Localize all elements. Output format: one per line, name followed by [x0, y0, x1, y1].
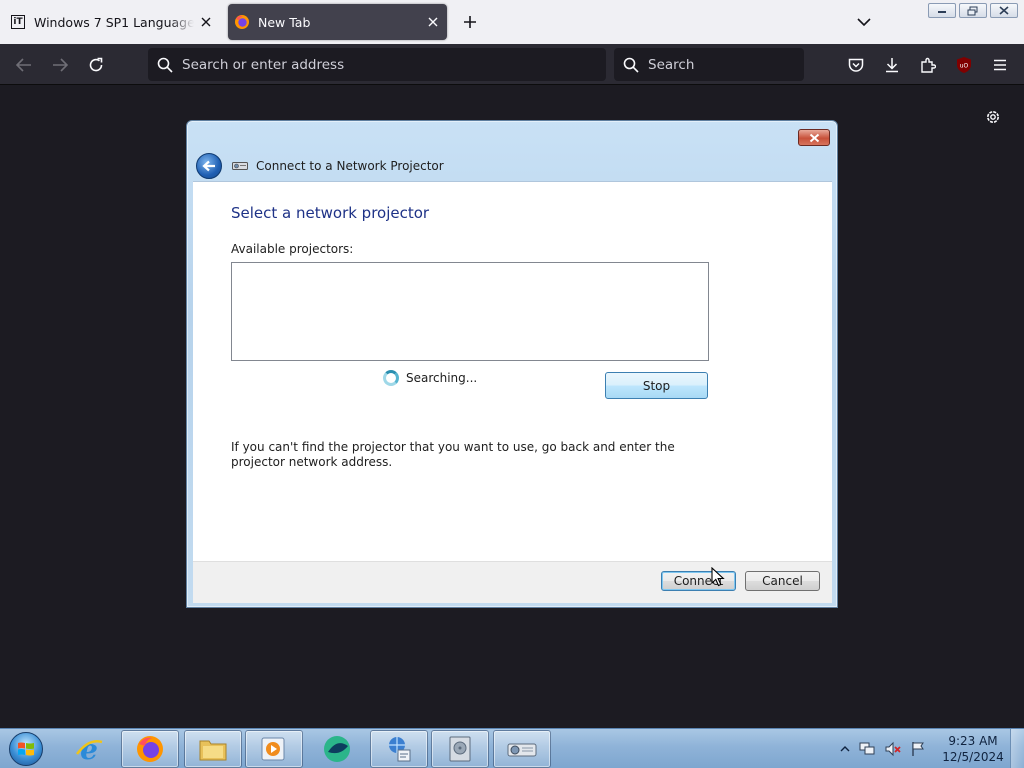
extensions-button[interactable] [913, 50, 943, 80]
puzzle-piece-icon [921, 57, 936, 73]
ublock-origin-button[interactable]: uO [949, 50, 979, 80]
dialog-footer: Connect Cancel [193, 561, 832, 603]
folder-icon [199, 740, 227, 761]
window-close-button[interactable] [990, 3, 1018, 18]
projector-list[interactable] [231, 262, 709, 361]
search-bar[interactable]: Search [614, 48, 804, 81]
stop-button[interactable]: Stop [605, 372, 708, 399]
tab-windows-language-pack[interactable]: iT Windows 7 SP1 Language Pack [4, 4, 220, 40]
media-player-icon [261, 737, 285, 761]
search-placeholder: Search [648, 56, 695, 73]
show-desktop-button[interactable] [1010, 729, 1024, 768]
window-controls [928, 3, 1018, 18]
reload-icon [89, 57, 103, 72]
clock-date: 12/5/2024 [942, 750, 1004, 764]
volume-muted-icon[interactable] [884, 741, 902, 757]
tab-title: Windows 7 SP1 Language Pack [34, 14, 194, 30]
arrow-right-icon [53, 58, 68, 72]
search-icon [622, 56, 640, 74]
cancel-button[interactable]: Cancel [745, 571, 820, 591]
taskbar: e 9:23 AM 12/5/2024 [0, 728, 1024, 768]
it-favicon-icon: iT [11, 15, 25, 29]
network-projector-dialog: Connect to a Network Projector Select a … [186, 120, 838, 608]
dialog-back-button[interactable] [196, 152, 222, 179]
taskbar-disk-utility[interactable] [431, 730, 489, 768]
arrow-left-icon [16, 58, 31, 72]
taskbar-media-player[interactable] [245, 730, 303, 768]
firefox-icon [137, 736, 163, 762]
close-tab-icon[interactable] [421, 10, 445, 34]
navigation-toolbar: Search or enter address Search uO [0, 44, 1024, 85]
new-tab-button[interactable] [456, 8, 484, 36]
address-placeholder: Search or enter address [182, 56, 345, 73]
projector-icon [232, 161, 248, 170]
pocket-button[interactable] [841, 50, 871, 80]
system-tray [840, 729, 926, 768]
restore-button[interactable] [959, 3, 987, 18]
mouse-pointer-icon [711, 567, 725, 587]
help-text: If you can't find the projector that you… [231, 440, 675, 469]
internet-explorer-icon: e [76, 734, 103, 764]
action-center-flag-icon[interactable] [910, 741, 926, 757]
tab-strip: iT Windows 7 SP1 Language Pack New Tab [0, 0, 1024, 44]
ublock-shield-icon: uO [957, 57, 971, 73]
dialog-content: Select a network projector Available pro… [193, 181, 832, 561]
hamburger-menu-icon [994, 59, 1006, 71]
available-projectors-label: Available projectors: [231, 242, 354, 256]
address-bar[interactable]: Search or enter address [148, 48, 606, 81]
svg-text:uO: uO [960, 63, 969, 70]
plus-icon [464, 16, 476, 28]
download-icon [886, 58, 898, 73]
network-tray-icon[interactable] [858, 741, 876, 757]
search-status: Searching... [406, 371, 478, 385]
tab-new-tab[interactable]: New Tab [228, 4, 447, 40]
list-all-tabs-button[interactable] [850, 8, 878, 36]
disk-icon [449, 736, 471, 762]
taskbar-file-explorer[interactable] [184, 730, 242, 768]
clock-time: 9:23 AM [948, 734, 998, 748]
taskbar-app[interactable] [308, 730, 366, 768]
network-globe-icon [389, 737, 411, 762]
windows-logo-icon [9, 732, 43, 766]
downloads-button[interactable] [877, 50, 907, 80]
arrow-left-icon [202, 160, 215, 171]
back-button[interactable] [9, 50, 39, 80]
tab-title: New Tab [258, 14, 311, 30]
minimize-button[interactable] [928, 3, 956, 18]
close-tab-icon[interactable] [194, 10, 218, 34]
instruction-heading: Select a network projector [231, 204, 430, 222]
pocket-icon [848, 58, 864, 72]
menu-button[interactable] [985, 50, 1015, 80]
show-hidden-icons-icon[interactable] [840, 745, 850, 753]
taskbar-internet-explorer[interactable]: e [60, 730, 118, 768]
firefox-icon [234, 14, 250, 30]
taskbar-network-projector[interactable] [493, 730, 551, 768]
dialog-header: Connect to a Network Projector [193, 149, 833, 182]
close-icon [809, 133, 819, 142]
start-button[interactable] [6, 731, 46, 767]
search-icon [156, 56, 174, 74]
taskbar-network-connection[interactable] [370, 730, 428, 768]
chevron-down-icon [857, 17, 871, 26]
taskbar-clock[interactable]: 9:23 AM 12/5/2024 [940, 733, 1006, 765]
dialog-title: Connect to a Network Projector [256, 158, 444, 173]
forward-button[interactable] [45, 50, 75, 80]
busy-spinner-icon [383, 370, 399, 386]
reload-button[interactable] [81, 50, 111, 80]
dialog-close-button[interactable] [798, 129, 830, 146]
gear-icon [987, 111, 999, 123]
new-tab-settings-button[interactable] [982, 106, 1004, 128]
taskbar-firefox[interactable] [121, 730, 179, 768]
projector-icon [507, 743, 537, 757]
app-globe-icon [324, 736, 350, 762]
